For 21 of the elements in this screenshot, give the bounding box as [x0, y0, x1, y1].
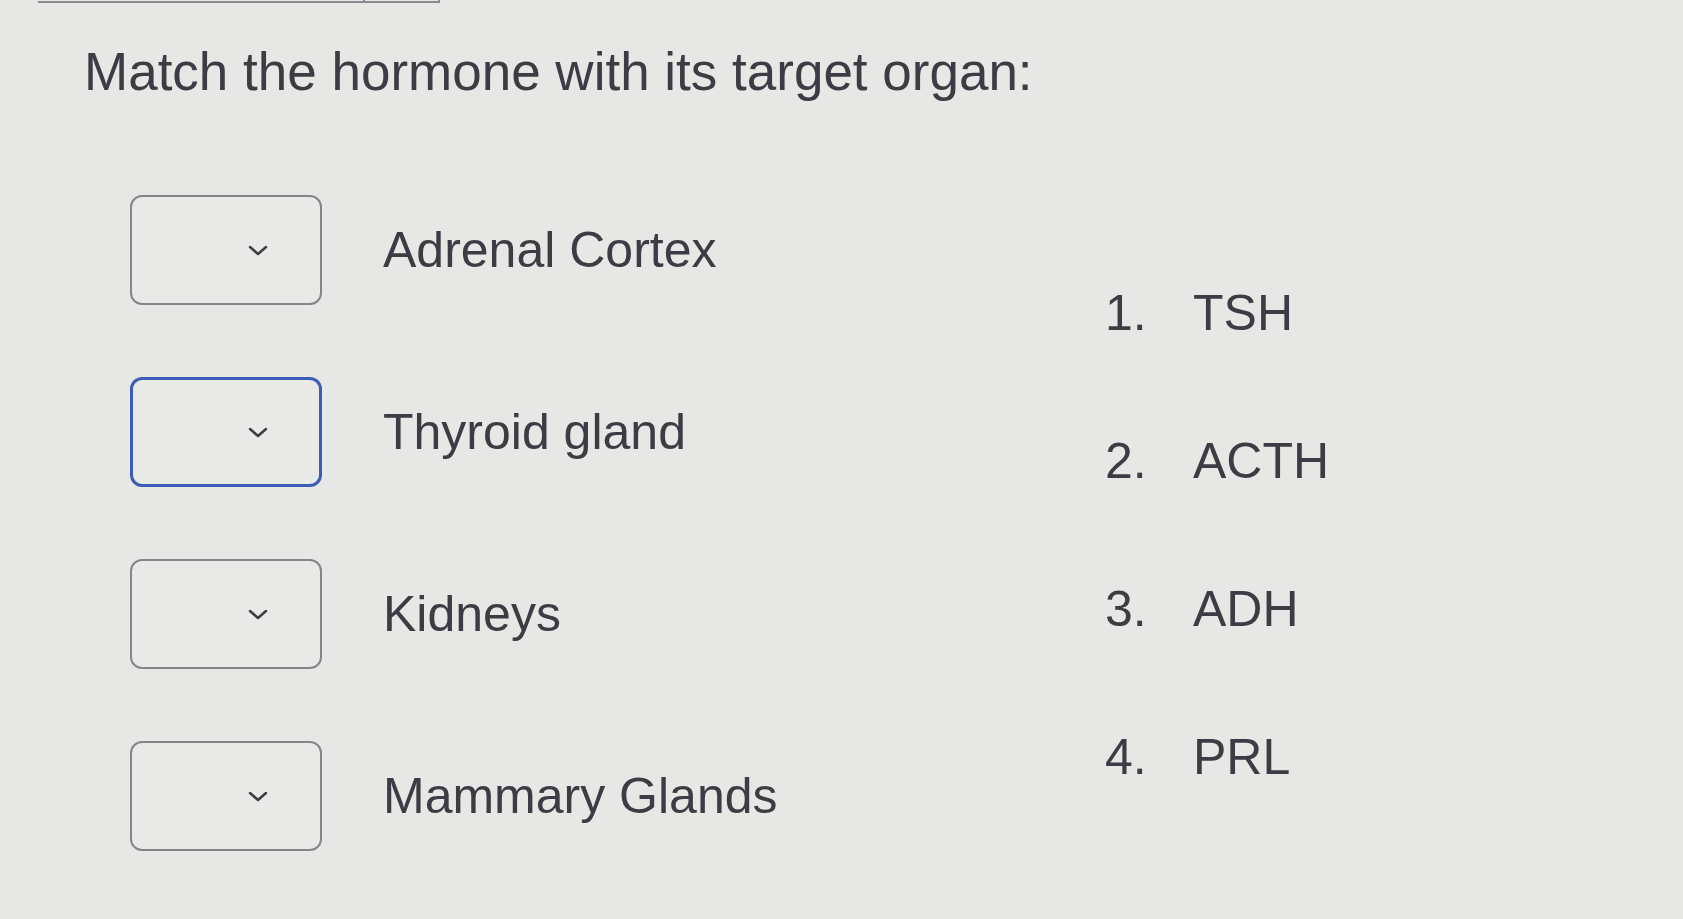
organ-label: Kidneys: [383, 585, 561, 644]
chevron-down-icon: [248, 790, 268, 802]
organ-label: Adrenal Cortex: [383, 221, 717, 280]
answer-dropdown[interactable]: [130, 377, 322, 487]
answer-dropdown[interactable]: [130, 195, 322, 305]
hormone-label: ACTH: [1193, 432, 1330, 491]
chevron-down-icon: [248, 608, 268, 620]
list-number: 2.: [1105, 432, 1148, 491]
organ-label: Thyroid gland: [383, 403, 686, 462]
list-number: 4.: [1105, 728, 1148, 787]
list-number: 1.: [1105, 284, 1148, 343]
organ-label: Mammary Glands: [383, 767, 778, 826]
chevron-down-icon: [248, 426, 268, 438]
hormone-label: PRL: [1193, 728, 1291, 787]
answer-dropdown[interactable]: [130, 559, 322, 669]
hormone-label: TSH: [1193, 284, 1293, 343]
hormone-label: ADH: [1193, 580, 1299, 639]
chevron-down-icon: [248, 244, 268, 256]
list-number: 3.: [1105, 580, 1148, 639]
answer-dropdown[interactable]: [130, 741, 322, 851]
question-prompt: Match the hormone with its target organ:: [84, 41, 1033, 103]
